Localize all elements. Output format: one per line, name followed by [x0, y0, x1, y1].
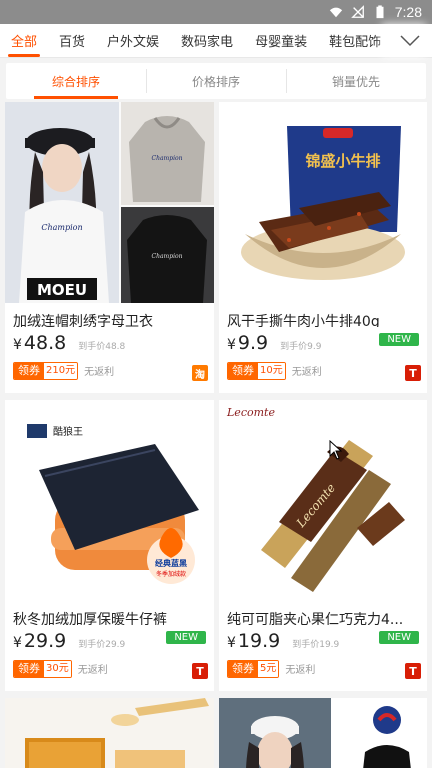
- product-card[interactable]: Lecomte Lecomte 纯可可脂夹心果仁巧克力4... ¥ 19.9 到…: [219, 400, 427, 691]
- sort-price[interactable]: 价格排序: [146, 63, 286, 99]
- tab-general-goods[interactable]: 百货: [48, 24, 96, 57]
- product-image: Champion MOEU Champion Champion: [5, 102, 214, 303]
- tmall-icon: T: [192, 663, 208, 679]
- rebate-text: 无返利: [84, 367, 115, 378]
- product-card[interactable]: 酷狼王 经典蓝黑 冬季加绒款 秋冬加绒加厚保暖牛仔裤 ¥ 29.9 到手价29.…: [5, 400, 214, 691]
- coupon-label: 领券: [228, 660, 258, 677]
- svg-text:Champion: Champion: [152, 155, 183, 162]
- product-image: [5, 698, 214, 768]
- taobao-icon: 淘: [192, 365, 208, 381]
- svg-text:Champion: Champion: [41, 223, 82, 232]
- tmall-icon: T: [405, 663, 421, 679]
- final-price: 到手价9.9: [280, 342, 322, 352]
- coupon-row: 领券 30元 无返利 T: [5, 651, 214, 679]
- rebate-text: 无返利: [77, 665, 108, 676]
- price-row: ¥ 29.9 到手价29.9 NEW: [5, 625, 214, 652]
- price-value: 48.8: [23, 332, 67, 354]
- product-card[interactable]: [219, 698, 427, 768]
- status-bar: 7:28: [0, 0, 432, 24]
- coupon-button[interactable]: 领券 10元: [227, 361, 286, 380]
- coupon-label: 领券: [14, 660, 44, 677]
- coupon-amount: 10元: [258, 362, 285, 379]
- price-value: 19.9: [237, 630, 281, 652]
- tab-digital[interactable]: 数码家电: [170, 24, 244, 57]
- price-currency: ¥: [227, 635, 236, 651]
- product-title: 风干手撕牛肉小牛排40g: [227, 314, 380, 327]
- product-card[interactable]: Champion MOEU Champion Champion 加绒连帽刺绣字母…: [5, 102, 214, 393]
- coupon-button[interactable]: 领券 210元: [13, 361, 79, 380]
- price-currency: ¥: [13, 337, 22, 353]
- coupon-amount: 30元: [44, 660, 71, 677]
- price-row: ¥ 9.9 到手价9.9 NEW: [219, 327, 427, 354]
- tab-baby[interactable]: 母婴童装: [244, 24, 318, 57]
- new-badge: NEW: [166, 631, 206, 644]
- price-value: 29.9: [23, 630, 67, 652]
- category-tabs: 全部 百货 户外文娱 数码家电 母婴童装 鞋包配饰 美: [0, 24, 384, 57]
- product-image: Lecomte Lecomte: [219, 400, 427, 601]
- category-bar: 全部 百货 户外文娱 数码家电 母婴童装 鞋包配饰 美: [0, 24, 432, 58]
- badge-subtext: 冬季加绒款: [156, 570, 186, 578]
- package-text: 锦盛小牛排: [305, 152, 380, 170]
- brand-mark: MOEU: [37, 281, 87, 299]
- price-currency: ¥: [13, 635, 22, 651]
- product-image: [219, 698, 427, 768]
- coupon-label: 领券: [228, 362, 258, 379]
- price-value: 9.9: [237, 332, 269, 354]
- wifi-icon: [329, 7, 342, 18]
- brand-logo: Lecomte: [226, 406, 275, 419]
- rebate-text: 无返利: [291, 367, 322, 378]
- badge-text: 经典蓝黑: [155, 558, 187, 568]
- product-image: 锦盛小牛排: [219, 102, 427, 303]
- product-title: 加绒连帽刺绣字母卫衣: [13, 314, 153, 327]
- final-price: 到手价29.9: [78, 640, 126, 650]
- brand-name: 酷狼王: [53, 425, 83, 438]
- price-currency: ¥: [227, 337, 236, 353]
- product-grid: Champion MOEU Champion Champion 加绒连帽刺绣字母…: [0, 99, 432, 768]
- new-badge: NEW: [379, 333, 419, 346]
- final-price: 到手价19.9: [292, 640, 340, 650]
- coupon-row: 领券 10元 无返利 T: [219, 353, 427, 381]
- product-card[interactable]: 锦盛小牛排 风干手撕牛肉小牛排40g ¥ 9.9 到手价9.9 NEW 领券 1…: [219, 102, 427, 393]
- tmall-icon: T: [405, 365, 421, 381]
- product-image: 酷狼王 经典蓝黑 冬季加绒款: [5, 400, 214, 601]
- sort-wrap: 综合排序 价格排序 销量优先: [0, 58, 432, 99]
- coupon-amount: 5元: [258, 660, 279, 677]
- coupon-button[interactable]: 领券 30元: [13, 659, 72, 678]
- price-row: ¥ 48.8 到手价48.8: [5, 327, 214, 354]
- coupon-amount: 210元: [44, 362, 78, 379]
- final-price: 到手价48.8: [78, 342, 126, 352]
- expand-categories-button[interactable]: [388, 24, 432, 57]
- tab-outdoor[interactable]: 户外文娱: [96, 24, 170, 57]
- rebate-text: 无返利: [285, 665, 316, 676]
- price-row: ¥ 19.9 到手价19.9 NEW: [219, 625, 427, 652]
- sort-sales[interactable]: 销量优先: [286, 63, 426, 99]
- coupon-row: 领券 210元 无返利 淘: [5, 353, 214, 381]
- coupon-row: 领券 5元 无返利 T: [219, 651, 427, 679]
- chevron-down-icon: [400, 34, 420, 46]
- tab-all[interactable]: 全部: [0, 24, 48, 57]
- product-title: 纯可可脂夹心果仁巧克力4...: [227, 612, 404, 625]
- coupon-button[interactable]: 领券 5元: [227, 659, 280, 678]
- product-card[interactable]: [5, 698, 214, 768]
- sort-bar: 综合排序 价格排序 销量优先: [6, 63, 426, 99]
- battery-icon: [376, 5, 384, 19]
- new-badge: NEW: [379, 631, 419, 644]
- tab-shoes-bags[interactable]: 鞋包配饰: [318, 24, 384, 57]
- product-title: 秋冬加绒加厚保暖牛仔裤: [13, 612, 167, 625]
- sort-comprehensive[interactable]: 综合排序: [6, 63, 146, 99]
- coupon-label: 领券: [14, 362, 44, 379]
- mouse-cursor-icon: [329, 440, 343, 460]
- svg-text:Champion: Champion: [152, 253, 183, 260]
- signal-icon: [350, 5, 364, 18]
- status-time: 7:28: [394, 4, 422, 20]
